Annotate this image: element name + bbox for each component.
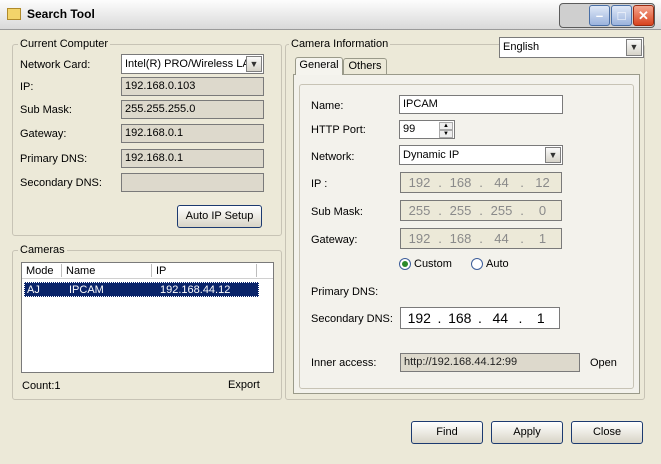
export-link[interactable]: Export [228, 379, 260, 391]
cam-ip-label: IP : [311, 178, 328, 190]
secondary-dns-label: Secondary DNS: [20, 177, 102, 189]
table-row[interactable]: AJ IPCAM 192.168.44.12 [24, 282, 259, 297]
cam-secondary-dns-label: Secondary DNS: [311, 313, 393, 325]
dns-octet[interactable]: 1 [523, 310, 560, 326]
ip-octet[interactable]: 192 [401, 175, 438, 190]
chevron-down-icon[interactable]: ▼ [626, 39, 642, 56]
row-mode: AJ [27, 284, 40, 296]
cam-submask-label: Sub Mask: [311, 206, 363, 218]
name-input[interactable]: IPCAM [399, 95, 563, 114]
radio-auto-label: Auto [486, 258, 509, 270]
ip-label: IP: [20, 81, 34, 93]
dns-octet[interactable]: 168 [442, 310, 479, 326]
submask-octet[interactable]: 255 [401, 203, 438, 218]
column-divider [151, 264, 152, 277]
http-port-value: 99 [403, 123, 416, 135]
column-mode[interactable]: Mode [26, 265, 54, 277]
inner-access-label: Inner access: [311, 357, 377, 369]
secondary-dns-field [121, 173, 264, 192]
radio-auto[interactable] [471, 258, 483, 270]
minimize-icon[interactable]: – [589, 5, 610, 26]
gateway-field: 192.168.0.1 [121, 124, 264, 143]
radio-custom-label: Custom [414, 258, 452, 270]
spin-down-icon[interactable]: ▼ [439, 130, 453, 138]
cam-primary-dns-label: Primary DNS: [311, 286, 379, 298]
chevron-down-icon[interactable]: ▼ [545, 147, 561, 163]
maximize-icon[interactable]: □ [611, 5, 632, 26]
gateway-octet[interactable]: 168 [442, 231, 479, 246]
column-divider [61, 264, 62, 277]
gateway-octet[interactable]: 192 [401, 231, 438, 246]
close-button[interactable]: Close [571, 421, 643, 444]
submask-label: Sub Mask: [20, 104, 72, 116]
title-bar: Search Tool – □ ✕ [0, 0, 661, 30]
submask-octet[interactable]: 255 [483, 203, 520, 218]
window-title: Search Tool [27, 7, 95, 21]
find-button[interactable]: Find [411, 421, 483, 444]
cameras-list[interactable]: Mode Name IP AJ IPCAM 192.168.44.12 [21, 262, 274, 373]
inner-access-field: http://192.168.44.12:99 [400, 353, 580, 372]
http-port-stepper[interactable]: 99 ▲ ▼ [399, 120, 455, 139]
radio-custom[interactable] [399, 258, 411, 270]
column-divider [256, 264, 257, 277]
camera-info-legend: Camera Information [289, 38, 391, 50]
network-select[interactable]: Dynamic IP ▼ [399, 145, 563, 165]
submask-octet[interactable]: 255 [442, 203, 479, 218]
http-port-label: HTTP Port: [311, 124, 366, 136]
row-name: IPCAM [69, 284, 104, 296]
gateway-octet[interactable]: 1 [524, 231, 561, 246]
language-value: English [503, 41, 540, 53]
primary-dns-label: Primary DNS: [20, 153, 88, 165]
name-label: Name: [311, 100, 344, 112]
language-select[interactable]: English ▼ [499, 37, 644, 58]
ip-octet[interactable]: 168 [442, 175, 479, 190]
apply-button[interactable]: Apply [491, 421, 563, 444]
cam-gateway-field[interactable]: 192. 168. 44. 1 [400, 228, 562, 249]
cam-secondary-dns-field[interactable]: 192. 168. 44. 1 [400, 307, 560, 329]
cameras-legend: Cameras [18, 244, 67, 256]
cam-ip-field[interactable]: 192. 168. 44. 12 [400, 172, 562, 193]
submask-field: 255.255.255.0 [121, 100, 264, 119]
primary-dns-field: 192.168.0.1 [121, 149, 264, 168]
network-value: Dynamic IP [403, 149, 460, 161]
open-link[interactable]: Open [590, 357, 617, 369]
row-ip: 192.168.44.12 [160, 284, 231, 296]
network-label: Network: [311, 151, 355, 163]
chevron-down-icon[interactable]: ▼ [246, 56, 262, 72]
gateway-octet[interactable]: 44 [483, 231, 520, 246]
current-computer-legend: Current Computer [18, 38, 111, 50]
spin-up-icon[interactable]: ▲ [439, 122, 453, 130]
network-card-label: Network Card: [20, 59, 91, 71]
network-card-value: Intel(R) PRO/Wireless LA [125, 58, 250, 70]
dns-octet[interactable]: 44 [482, 310, 519, 326]
dns-octet[interactable]: 192 [401, 310, 438, 326]
app-icon [7, 8, 21, 20]
submask-octet[interactable]: 0 [524, 203, 561, 218]
ip-octet[interactable]: 12 [524, 175, 561, 190]
tab-others[interactable]: Others [343, 58, 387, 74]
camera-count: Count:1 [22, 380, 61, 392]
gateway-label: Gateway: [20, 128, 67, 140]
cameras-header: Mode Name IP [22, 263, 273, 279]
column-ip[interactable]: IP [156, 265, 166, 277]
cam-gateway-label: Gateway: [311, 234, 358, 246]
close-icon[interactable]: ✕ [633, 5, 654, 26]
ip-field: 192.168.0.103 [121, 77, 264, 96]
network-card-select[interactable]: Intel(R) PRO/Wireless LA ▼ [121, 54, 264, 74]
auto-ip-setup-button[interactable]: Auto IP Setup [177, 205, 262, 228]
ip-octet[interactable]: 44 [483, 175, 520, 190]
cam-submask-field[interactable]: 255. 255. 255. 0 [400, 200, 562, 221]
tab-general[interactable]: General [295, 57, 343, 75]
column-name[interactable]: Name [66, 265, 95, 277]
